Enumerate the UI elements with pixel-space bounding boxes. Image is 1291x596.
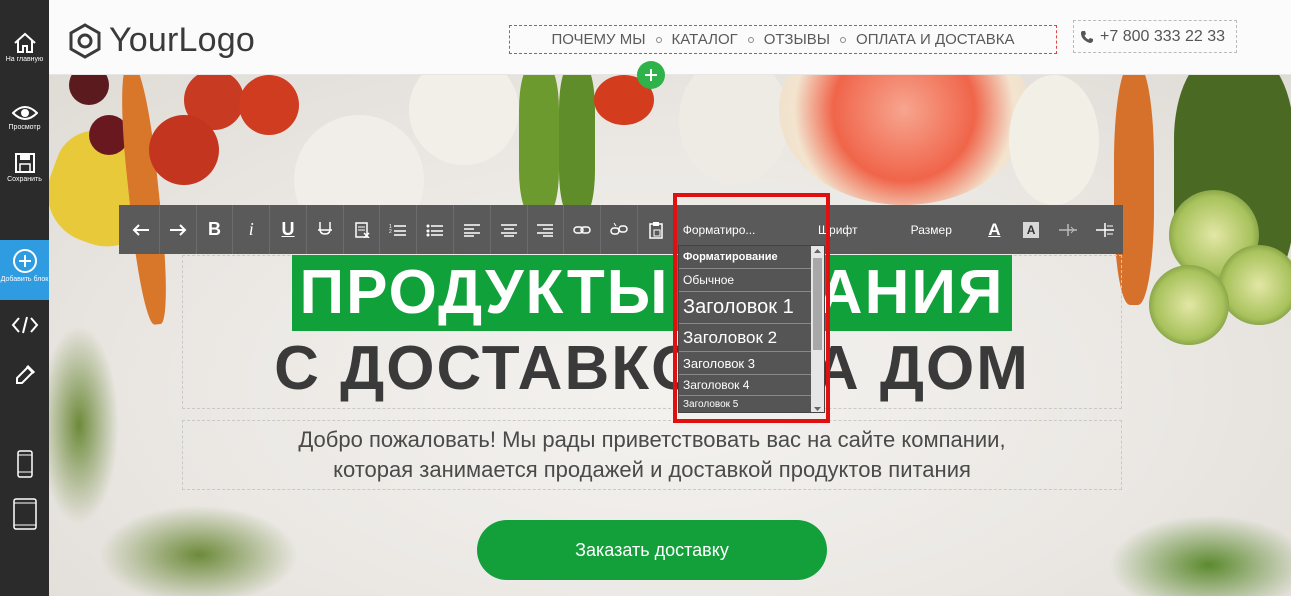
nav-separator — [655, 36, 662, 43]
undo-icon — [132, 223, 149, 236]
format-option-h1[interactable]: Заголовок 1 — [679, 292, 812, 324]
bg-color-button[interactable]: A — [1013, 205, 1050, 254]
bullet-list-button[interactable] — [417, 205, 455, 254]
hero-headline: ПРОДУКТЫ ПИТАНИЯ С ДОСТАВКОЙ НА ДОМ — [182, 255, 1122, 407]
svg-text:2: 2 — [389, 229, 392, 235]
scroll-down-icon[interactable] — [811, 404, 824, 413]
align-center-icon — [500, 223, 517, 237]
scroll-up-icon[interactable] — [811, 246, 824, 256]
indent-icon — [1058, 223, 1077, 236]
align-right-icon — [537, 223, 554, 237]
phone-number: +7 800 333 22 33 — [1100, 27, 1226, 45]
nav-item-payment-delivery[interactable]: ОПЛАТА И ДОСТАВКА — [856, 31, 1015, 48]
nav-item-catalog[interactable]: КАТАЛОГ — [672, 31, 738, 48]
italic-button[interactable]: i — [233, 205, 271, 254]
unlink-button[interactable] — [601, 205, 638, 254]
hexagon-logo-icon — [69, 22, 101, 59]
headline-line-1[interactable]: ПРОДУКТЫ ПИТАНИЯ — [291, 255, 1013, 331]
strike-icon — [317, 221, 332, 235]
nav-item-reviews[interactable]: ОТЗЫВЫ — [764, 31, 830, 48]
sidebar-item-label: Добавить блок — [0, 276, 49, 283]
format-option-h2[interactable]: Заголовок 2 — [679, 324, 812, 352]
underline-button[interactable]: U — [270, 205, 307, 254]
format-option-h4[interactable]: Заголовок 4 — [679, 375, 812, 396]
strikethrough-button[interactable] — [307, 205, 344, 254]
clear-format-button[interactable] — [344, 205, 381, 254]
logo[interactable]: YourLogo — [67, 21, 255, 60]
sidebar-item-tablet[interactable] — [0, 498, 49, 530]
phone-icon — [16, 450, 33, 478]
scrollbar-thumb[interactable] — [813, 258, 822, 350]
hero-subtitle[interactable]: Добро пожаловать! Мы рады приветствовать… — [182, 420, 1122, 490]
align-center-button[interactable] — [491, 205, 528, 254]
italic-icon: i — [248, 219, 254, 239]
bold-button[interactable]: B — [197, 205, 234, 254]
logo-text: YourLogo — [109, 21, 255, 59]
align-right-button[interactable] — [528, 205, 565, 254]
sidebar-item-add-block[interactable]: Добавить блок — [0, 240, 49, 300]
clear-format-icon — [354, 221, 370, 238]
align-left-button[interactable] — [454, 205, 491, 254]
format-option-h3[interactable]: Заголовок 3 — [679, 352, 812, 375]
sidebar-item-preview[interactable]: Просмотр — [0, 104, 49, 132]
plus-icon — [645, 69, 657, 81]
headline-line-2[interactable]: С ДОСТАВКОЙ НА ДОМ — [182, 331, 1122, 407]
redo-button[interactable] — [160, 205, 197, 254]
nav-separator — [747, 36, 754, 43]
add-block-button[interactable] — [637, 61, 665, 89]
dropdown-scrollbar[interactable] — [811, 246, 824, 413]
tablet-icon — [12, 498, 37, 530]
format-dropdown-list: Форматирование Обычное Заголовок 1 Загол… — [678, 245, 825, 413]
sidebar-item-mobile[interactable] — [0, 450, 49, 478]
subtitle-line-2: которая занимается продажей и доставкой … — [333, 457, 971, 482]
eye-icon — [11, 106, 38, 120]
format-option-header: Форматирование — [679, 246, 812, 269]
subtitle-line-1: Добро пожаловать! Мы рады приветствовать… — [298, 427, 1006, 452]
undo-button[interactable] — [123, 205, 160, 254]
hero-section: ПРОДУКТЫ ПИТАНИЯ С ДОСТАВКОЙ НА ДОМ Добр… — [49, 75, 1291, 596]
underline-icon: U — [281, 219, 295, 239]
code-icon — [11, 316, 38, 334]
sidebar-item-save[interactable]: Сохранить — [0, 152, 49, 184]
ordered-list-icon: 12 — [389, 224, 407, 236]
align-left-icon — [463, 223, 480, 237]
bold-icon: B — [207, 219, 221, 239]
main-nav: ПОЧЕМУ МЫ КАТАЛОГ ОТЗЫВЫ ОПЛАТА И ДОСТАВ… — [509, 25, 1057, 54]
nav-separator — [840, 36, 847, 43]
paste-icon — [649, 221, 664, 239]
order-delivery-button[interactable]: Заказать доставку — [477, 520, 827, 580]
indent-button[interactable] — [1050, 205, 1087, 254]
ordered-list-button[interactable]: 12 — [380, 205, 418, 254]
text-color-button[interactable]: A — [976, 205, 1013, 254]
text-color-icon: A — [988, 219, 1001, 239]
editor-sidebar: На главную Просмотр Сохранить Добавить б… — [0, 0, 49, 596]
link-icon — [573, 225, 592, 234]
site-header: YourLogo ПОЧЕМУ МЫ КАТАЛОГ ОТЗЫВЫ ОПЛАТА… — [49, 0, 1291, 75]
link-button[interactable] — [564, 205, 602, 254]
plus-circle-icon — [12, 249, 37, 273]
sidebar-item-label: Просмотр — [8, 124, 41, 131]
text-editor-toolbar: B i U 12 Форматиро... Шрифт Размер A A — [119, 205, 1123, 254]
outdent-button[interactable] — [1086, 205, 1123, 254]
eyedropper-icon — [15, 364, 35, 384]
redo-icon — [169, 223, 187, 236]
bullet-list-icon — [426, 224, 444, 236]
unlink-icon — [610, 222, 628, 235]
format-option-normal[interactable]: Обычное — [679, 269, 812, 292]
sidebar-item-eyedropper[interactable] — [0, 364, 49, 386]
format-option-h5[interactable]: Заголовок 5 — [679, 396, 812, 412]
sidebar-item-home[interactable]: На главную — [0, 32, 49, 64]
size-dropdown-toggle[interactable]: Размер — [879, 205, 976, 254]
paste-button[interactable] — [638, 205, 675, 254]
sidebar-item-label: На главную — [5, 56, 44, 63]
sidebar-item-code[interactable] — [0, 316, 49, 334]
phone-handset-icon — [1081, 30, 1093, 43]
sidebar-item-label: Сохранить — [7, 176, 42, 183]
nav-item-why-us[interactable]: ПОЧЕМУ МЫ — [551, 31, 645, 48]
bg-color-icon: A — [1023, 221, 1040, 238]
save-icon — [14, 153, 35, 173]
outdent-icon — [1095, 222, 1114, 237]
header-phone[interactable]: +7 800 333 22 33 — [1073, 20, 1237, 53]
home-icon — [13, 32, 36, 53]
